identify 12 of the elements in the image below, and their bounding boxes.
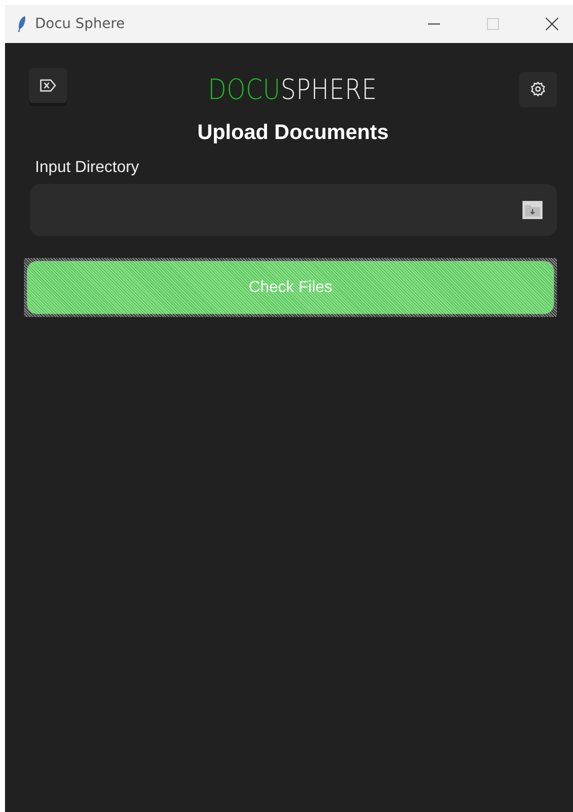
page-heading: Upload Documents bbox=[196, 121, 390, 145]
field-label: Input Directory bbox=[35, 159, 140, 177]
clear-icon bbox=[39, 78, 57, 92]
folder-icon[interactable] bbox=[522, 200, 543, 220]
close-icon[interactable] bbox=[545, 17, 559, 31]
directory-field[interactable] bbox=[30, 184, 557, 236]
clear-button[interactable] bbox=[29, 68, 67, 102]
window-title: Docu Sphere bbox=[35, 16, 125, 32]
app-logo: DOCUSPHERE bbox=[208, 72, 378, 106]
settings-button[interactable] bbox=[519, 72, 557, 106]
feather-icon bbox=[17, 15, 27, 33]
settings-icon bbox=[530, 81, 546, 97]
